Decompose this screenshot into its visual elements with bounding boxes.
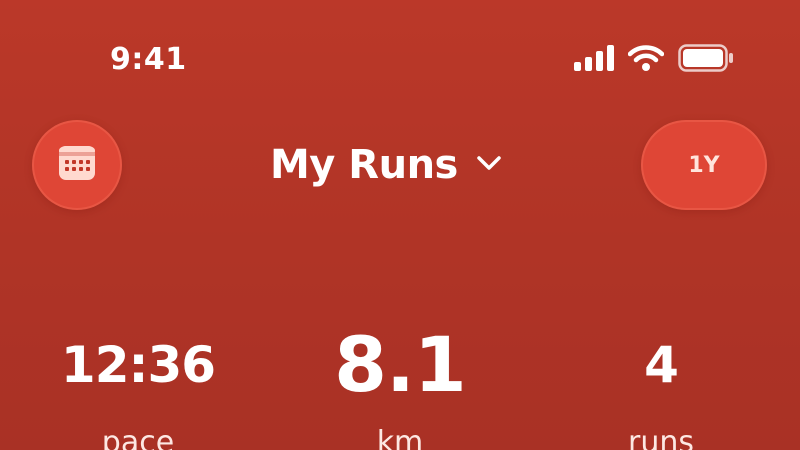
header: My Runs 1Y <box>0 118 800 214</box>
cellular-signal-icon <box>574 45 614 71</box>
runs-label: runs <box>628 425 694 450</box>
calendar-button[interactable] <box>32 120 122 210</box>
page-title: My Runs <box>270 142 458 188</box>
runs-value: 4 <box>644 336 679 394</box>
time-range-button[interactable]: 1Y <box>641 120 767 210</box>
stat-distance: 8.1 km <box>280 320 520 450</box>
status-time: 9:41 <box>110 42 187 77</box>
status-bar: 9:41 <box>0 0 800 100</box>
battery-icon <box>678 44 734 72</box>
pace-label: pace <box>101 425 175 450</box>
stat-pace: 12:36 pace <box>18 320 258 450</box>
pace-value: 12:36 <box>60 336 216 394</box>
distance-label: km <box>376 425 424 450</box>
chevron-down-icon <box>476 155 502 175</box>
wifi-icon <box>628 45 664 71</box>
stat-runs: 4 runs <box>541 320 781 450</box>
calendar-icon <box>59 146 95 184</box>
status-icons <box>574 44 734 72</box>
stats-summary: 12:36 pace 8.1 km 4 runs <box>0 320 800 450</box>
run-filter-dropdown[interactable]: My Runs <box>270 140 502 190</box>
distance-value: 8.1 <box>334 320 467 409</box>
